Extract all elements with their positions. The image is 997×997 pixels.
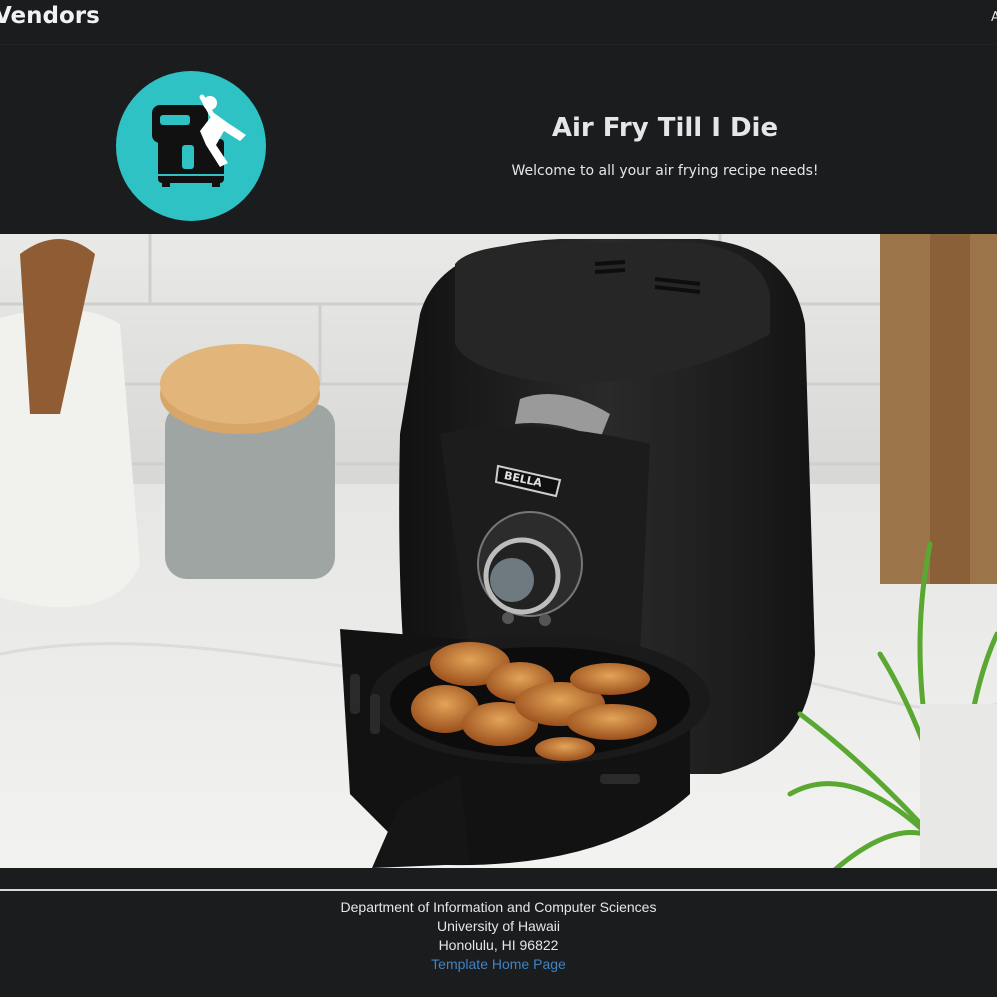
site-tagline: Welcome to all your air frying recipe ne… [511, 163, 819, 179]
footer-address: Honolulu, HI 96822 [438, 937, 559, 953]
site-footer: Department of Information and Computer S… [0, 898, 997, 974]
footer-department: Department of Information and Computer S… [340, 899, 657, 915]
site-title: Air Fry Till I Die [551, 113, 779, 143]
footer-divider [0, 889, 997, 891]
brand-link-vendors[interactable]: Vendors [0, 3, 100, 29]
hero-air-fryer-image: BELLA [0, 234, 997, 868]
nav-right-link[interactable]: A [991, 10, 997, 25]
footer-university: University of Hawaii [437, 918, 560, 934]
top-navbar: Vendors A [0, 0, 997, 45]
template-home-page-link[interactable]: Template Home Page [431, 956, 566, 972]
site-header: Air Fry Till I Die Welcome to all your a… [0, 45, 997, 235]
air-fryer-logo-icon [116, 71, 266, 221]
